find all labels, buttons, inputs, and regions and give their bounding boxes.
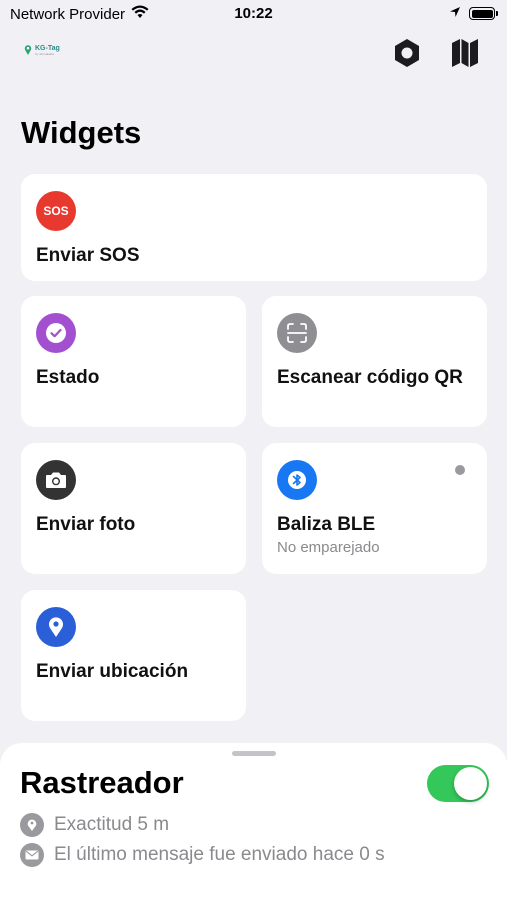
- map-icon: [452, 39, 478, 67]
- status-bar: Network Provider 10:22: [0, 0, 507, 28]
- settings-button[interactable]: [391, 37, 423, 69]
- sos-icon: SOS: [36, 191, 76, 231]
- last-message-row: El último mensaje fue enviado hace 0 s: [20, 843, 385, 867]
- logo-subtext: by dormakaba: [35, 51, 55, 56]
- last-message-text: El último mensaje fue enviado hace 0 s: [54, 844, 385, 865]
- qr-scan-icon: [277, 313, 317, 353]
- widget-label: Escanear código QR: [277, 367, 463, 388]
- nav-actions: [391, 37, 481, 69]
- widget-scan-qr[interactable]: Escanear código QR: [262, 296, 487, 427]
- widget-status[interactable]: Estado: [21, 296, 246, 427]
- map-button[interactable]: [449, 37, 481, 69]
- check-circle-icon: [36, 313, 76, 353]
- location-arrow-icon: [449, 5, 461, 22]
- sos-icon-text: SOS: [43, 204, 69, 218]
- bluetooth-icon: [277, 460, 317, 500]
- envelope-icon: [20, 843, 44, 867]
- battery-icon: [469, 7, 498, 20]
- widget-send-photo[interactable]: Enviar foto: [21, 443, 246, 574]
- tracker-title: Rastreador: [20, 765, 184, 800]
- widget-label: Enviar foto: [36, 514, 136, 535]
- location-pin-icon: [36, 607, 76, 647]
- accuracy-text: Exactitud 5 m: [54, 814, 170, 835]
- tracker-sheet: Rastreador Exactitud 5 m El último mensa…: [0, 743, 507, 900]
- location-pin-icon: [20, 813, 44, 837]
- widget-send-location[interactable]: Enviar ubicación: [21, 590, 246, 721]
- camera-icon: [36, 460, 76, 500]
- widget-ble-beacon[interactable]: Baliza BLE No emparejado: [262, 443, 487, 574]
- sheet-grabber[interactable]: [232, 751, 276, 756]
- logo-text: KG-Tag: [35, 44, 60, 52]
- widget-send-sos[interactable]: SOS Enviar SOS: [21, 174, 487, 281]
- page-title: Widgets: [21, 115, 142, 150]
- widget-label: Enviar ubicación: [36, 661, 189, 682]
- status-bar-right: [449, 5, 498, 22]
- app-logo: KG-Tag by dormakaba: [24, 44, 60, 56]
- accuracy-row: Exactitud 5 m: [20, 813, 169, 837]
- toggle-knob: [454, 767, 487, 800]
- widget-label: Estado: [36, 367, 100, 388]
- logo-pin-icon: [24, 45, 32, 55]
- connection-status-dot: [455, 465, 465, 475]
- widget-label: Baliza BLE: [277, 514, 376, 535]
- widget-label: Enviar SOS: [36, 245, 140, 266]
- clock: 10:22: [234, 5, 273, 22]
- gear-icon: [395, 39, 419, 67]
- widget-sublabel: No emparejado: [277, 539, 380, 556]
- tracker-toggle[interactable]: [427, 765, 489, 802]
